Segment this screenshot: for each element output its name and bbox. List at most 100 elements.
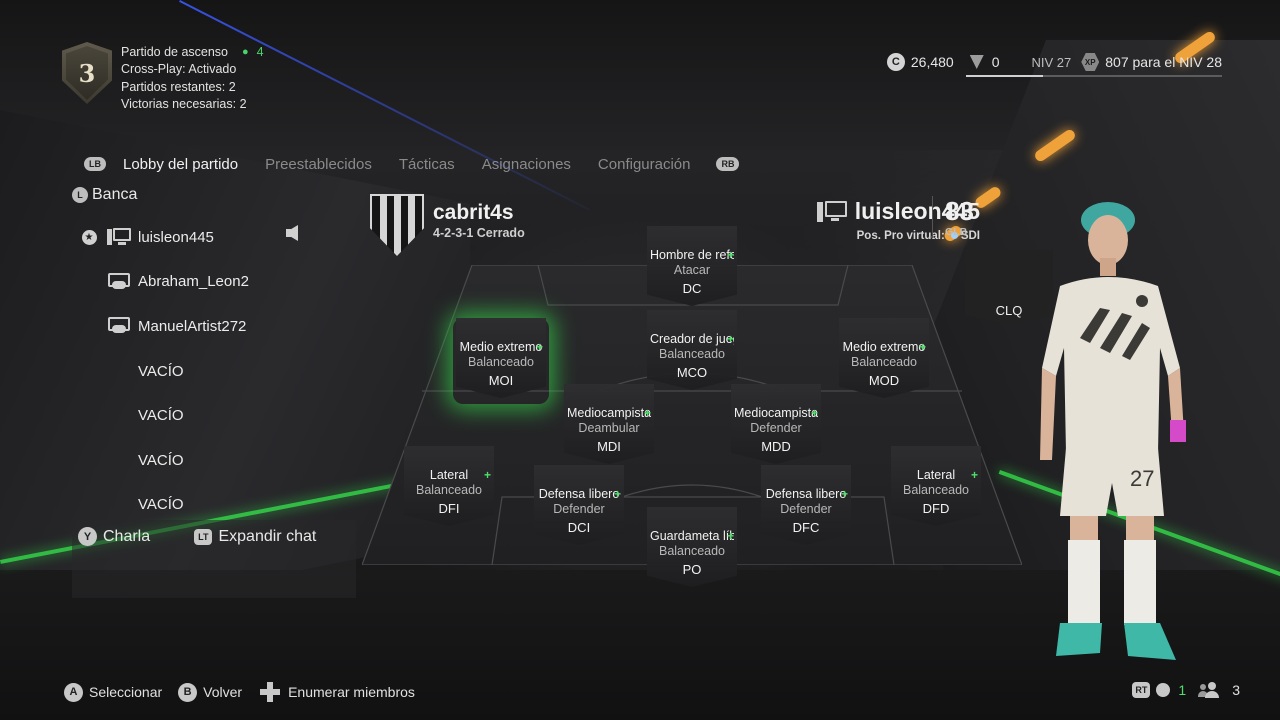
card-role: Medio extremo	[459, 340, 543, 354]
tab-tactics[interactable]: Tácticas	[399, 156, 455, 173]
card-focus: Balanceado	[658, 544, 726, 558]
position-card-mdd[interactable]: Mediocampista Defender MDD	[731, 384, 821, 464]
y-button-icon: Y	[78, 527, 97, 546]
position-card-dc[interactable]: Hombre de referencia Atacar DC	[647, 226, 737, 306]
tab-assignments[interactable]: Asignaciones	[482, 156, 571, 173]
card-role: Defensa libero	[537, 487, 621, 501]
bench-label: Banca	[92, 186, 138, 203]
lt-button-icon: LT	[194, 528, 213, 545]
card-position: PO	[682, 562, 702, 577]
rt-button-icon[interactable]: RT	[1132, 682, 1151, 698]
party-members-icon: ●	[242, 46, 249, 58]
xp-icon: XP	[1081, 53, 1100, 71]
members-icon	[1198, 682, 1220, 698]
position-card-mdi[interactable]: Mediocampista Deambular MDI	[564, 384, 654, 464]
card-position: DCI	[567, 520, 591, 535]
overall-label: GLB	[945, 226, 968, 238]
card-role: Defensa libero	[764, 487, 848, 501]
card-role: Lateral	[407, 468, 491, 482]
back-prompt[interactable]: Volver	[203, 684, 242, 700]
empty-slot-label: VACÍO	[138, 407, 184, 425]
division-number: 3	[66, 46, 108, 100]
pc-icon	[816, 200, 847, 223]
club-crest-icon	[370, 194, 424, 256]
card-focus: Balanceado	[415, 483, 483, 497]
voice-count: 1	[1178, 682, 1187, 698]
card-role: Medio extremo	[842, 340, 926, 354]
select-prompt[interactable]: Seleccionar	[89, 684, 162, 700]
console-icon	[107, 272, 131, 291]
lobby-tabs: LB Lobby del partido Preestablecidos Tác…	[84, 152, 740, 176]
position-card-dfc[interactable]: Defensa libero Defender DFC	[761, 465, 851, 545]
card-position: MCO	[676, 365, 708, 380]
card-position: DC	[682, 281, 702, 296]
card-position: DFI	[438, 501, 460, 516]
coins-value: 26,480	[910, 54, 954, 70]
rb-button-icon[interactable]: RB	[716, 157, 740, 171]
card-focus: Defender	[780, 502, 832, 516]
empty-slot-label: VACÍO	[138, 362, 184, 380]
card-role: Hombre de referencia	[650, 248, 734, 262]
position-card-mco[interactable]: Creador de juego Balanceado MCO	[647, 310, 737, 390]
card-focus: Balanceado	[658, 347, 726, 361]
position-card-dci[interactable]: Defensa libero Defender DCI	[534, 465, 624, 545]
expand-chat-button[interactable]: Expandir chat	[218, 528, 316, 546]
chat-controls: Y Charla LT Expandir chat	[78, 527, 316, 546]
position-card-dfi[interactable]: Lateral Balanceado DFI	[404, 446, 494, 526]
speaker-icon[interactable]	[286, 225, 300, 241]
card-position: MOI	[488, 373, 514, 388]
card-focus: Defender	[553, 502, 605, 516]
xp-text: 807 para el NIV 28	[1105, 54, 1222, 70]
card-focus: Defender	[750, 421, 802, 435]
position-card-dfd[interactable]: Lateral Balanceado DFD	[891, 446, 981, 526]
match-title: Partido de ascenso	[121, 45, 229, 59]
card-role: Mediocampista	[734, 406, 818, 420]
roster-row[interactable]: ManuelArtist272	[78, 304, 318, 349]
matches-remaining: Partidos restantes: 2	[121, 79, 236, 94]
empty-slot-label: VACÍO	[138, 451, 184, 469]
tab-presets[interactable]: Preestablecidos	[265, 156, 372, 173]
members-count: 3	[1232, 682, 1240, 698]
team-name: cabrit4s	[433, 201, 514, 224]
party-members-count: 4	[256, 45, 264, 59]
card-position: DFD	[922, 501, 950, 516]
card-role: Lateral	[894, 468, 978, 482]
card-focus: Balanceado	[467, 355, 535, 369]
voice-chat-icon	[1156, 683, 1171, 697]
card-position: MOD	[868, 373, 900, 388]
card-focus: Balanceado	[902, 483, 970, 497]
roster-empty-slot[interactable]: VACÍO	[78, 393, 318, 438]
position-card-mod[interactable]: Medio extremo Balanceado MOD	[839, 318, 929, 398]
card-focus: Atacar	[673, 263, 711, 277]
roster-empty-slot[interactable]: VACÍO	[78, 438, 318, 483]
list-members-prompt[interactable]: Enumerar miembros	[288, 684, 415, 700]
team-header: cabrit4s 4-2-3-1 Cerrado	[370, 194, 525, 256]
wins-needed: Victorias necesarias: 2	[121, 96, 247, 111]
roster-row[interactable]: ★ luisleon445	[78, 215, 318, 260]
button-prompts: A Seleccionar B Volver Enumerar miembros	[64, 682, 415, 702]
xp-progress-fill	[966, 75, 1043, 77]
roster-row[interactable]: Abraham_Leon2	[78, 260, 318, 305]
team-formation: 4-2-3-1 Cerrado	[433, 226, 525, 240]
player-avatar: 27	[1040, 202, 1186, 660]
position-card-po[interactable]: Guardameta líbero Balanceado PO	[647, 507, 737, 587]
roster-player-name: Abraham_Leon2	[138, 273, 249, 291]
card-focus: Deambular	[578, 421, 640, 435]
tab-settings[interactable]: Configuración	[598, 156, 691, 173]
level-label: NIV 27	[1031, 54, 1072, 70]
overall-rating: 83	[945, 196, 974, 226]
bench-button[interactable]: L Banca	[72, 186, 137, 204]
roster-empty-slot[interactable]: VACÍO	[78, 349, 318, 394]
tab-lobby[interactable]: Lobby del partido	[123, 156, 238, 173]
card-position: MDD	[761, 439, 791, 454]
pc-icon	[107, 228, 131, 246]
card-position: DFC	[792, 520, 820, 535]
points-value: 0	[991, 54, 1000, 70]
console-icon	[107, 317, 131, 335]
left-stick-icon: L	[72, 187, 88, 203]
chat-button[interactable]: Charla	[103, 528, 150, 546]
a-button-icon: A	[64, 682, 83, 702]
lb-button-icon[interactable]: LB	[84, 157, 106, 171]
position-card-moi[interactable]: Medio extremo Balanceado MOI	[456, 318, 546, 398]
b-button-icon: B	[178, 682, 198, 702]
